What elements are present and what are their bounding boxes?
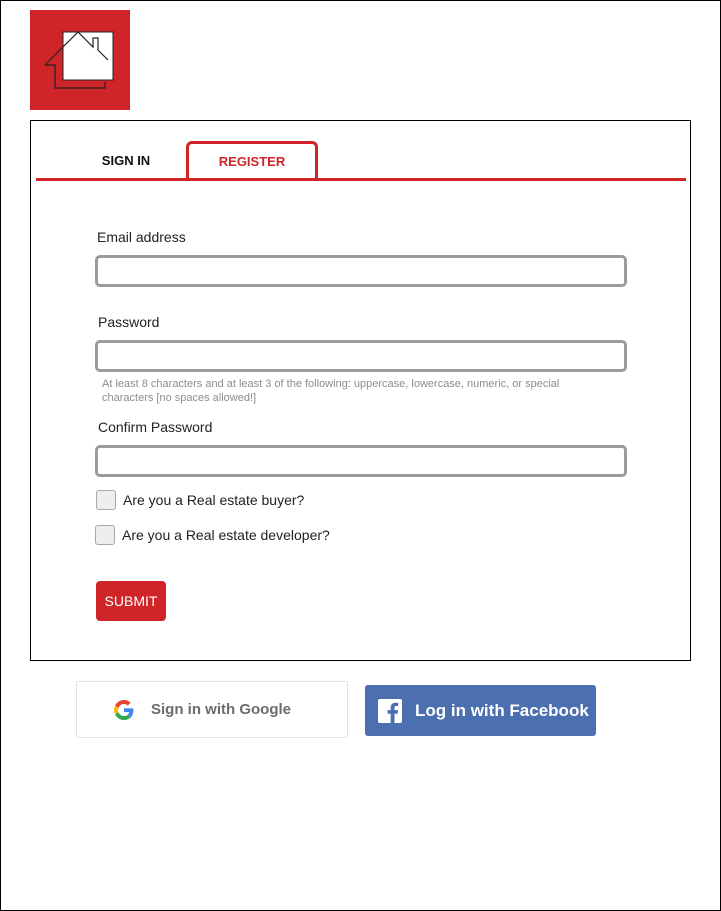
logo: MODI bbox=[30, 10, 130, 110]
email-label: Email address bbox=[97, 229, 186, 245]
auth-card: SIGN IN REGISTER Email address Password … bbox=[30, 120, 691, 661]
password-hint: At least 8 characters and at least 3 of … bbox=[102, 378, 560, 404]
email-field[interactable] bbox=[95, 255, 627, 287]
password-label: Password bbox=[98, 314, 160, 330]
tab-underline bbox=[36, 178, 686, 181]
developer-checkbox-label[interactable]: Are you a Real estate developer? bbox=[122, 527, 330, 543]
tab-sign-in[interactable]: SIGN IN bbox=[71, 141, 181, 179]
house-icon bbox=[44, 31, 114, 89]
confirm-password-field[interactable] bbox=[95, 445, 627, 477]
facebook-f-icon bbox=[378, 698, 402, 723]
google-g-icon bbox=[114, 699, 134, 720]
tab-register[interactable]: REGISTER bbox=[186, 141, 318, 179]
buyer-checkbox[interactable] bbox=[96, 490, 116, 510]
facebook-button-label: Log in with Facebook bbox=[415, 700, 589, 720]
developer-option: Are you a Real estate developer? bbox=[95, 525, 330, 545]
developer-checkbox[interactable] bbox=[95, 525, 115, 545]
submit-button[interactable]: SUBMIT bbox=[96, 581, 166, 621]
google-sign-in-button[interactable]: Sign in with Google bbox=[76, 681, 348, 738]
password-field[interactable] bbox=[95, 340, 627, 372]
facebook-login-button[interactable]: Log in with Facebook bbox=[365, 685, 596, 736]
google-button-label: Sign in with Google bbox=[151, 701, 291, 718]
buyer-checkbox-label[interactable]: Are you a Real estate buyer? bbox=[123, 492, 304, 508]
logo-text: MODI bbox=[75, 67, 111, 82]
buyer-option: Are you a Real estate buyer? bbox=[96, 490, 304, 510]
confirm-password-label: Confirm Password bbox=[98, 419, 213, 435]
